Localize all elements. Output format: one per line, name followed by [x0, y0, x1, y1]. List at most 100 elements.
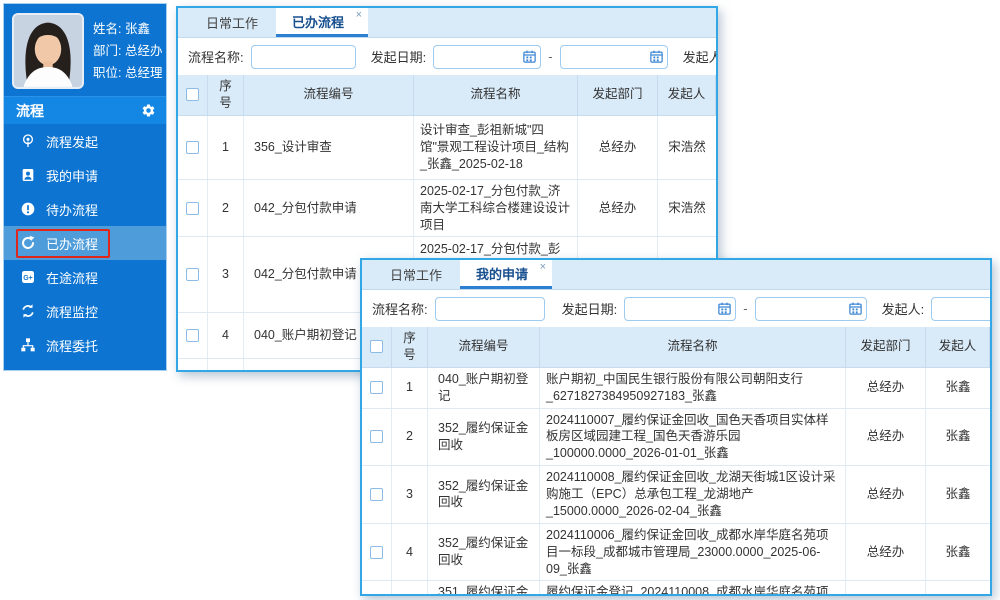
- row-checkbox[interactable]: [186, 268, 199, 281]
- cell-flow-name[interactable]: 设计审查_彭祖新城"四馆"景观工程设计项目_结构_张鑫_2025-02-18: [414, 116, 578, 179]
- row-checkbox[interactable]: [370, 430, 383, 443]
- table-row[interactable]: 3352_履约保证金回收2024110008_履约保证金回收_龙湖天街城1区设计…: [362, 466, 990, 524]
- row-checkbox[interactable]: [186, 202, 199, 215]
- table-row[interactable]: 2042_分包付款申请2025-02-17_分包付款_济南大学工科综合楼建设设计…: [178, 180, 716, 238]
- column-header: 流程编号: [244, 75, 414, 115]
- calendar-icon[interactable]: [717, 301, 732, 316]
- profile-name: 张鑫: [125, 22, 150, 36]
- my-applications-table: 序号流程编号流程名称发起部门发起人1040_账户期初登记账户期初_中国民生银行股…: [362, 327, 990, 596]
- tab-done-flows[interactable]: 已办流程 ×: [276, 8, 368, 37]
- sidebar-item-8[interactable]: 被委托流程: [4, 362, 166, 371]
- sidebar-item-inner: 流程监控: [16, 297, 110, 326]
- cell-flow-name[interactable]: 履约保证金登记_2024110008_成都水岸华庭名苑项目一标段_张鑫_2024…: [540, 581, 846, 596]
- svg-text:G+: G+: [23, 275, 33, 282]
- cell-index: 2: [392, 409, 428, 466]
- sidebar-section-header: 流程: [4, 96, 166, 124]
- checkbox-cell: [178, 359, 208, 372]
- row-checkbox[interactable]: [370, 595, 383, 596]
- table-row[interactable]: 1040_账户期初登记账户期初_中国民生银行股份有限公司朝阳支行_6271827…: [362, 368, 990, 409]
- column-header: 序号: [392, 327, 428, 367]
- cell-flow-code: 352_履约保证金回收: [428, 466, 540, 523]
- my-applications-panel: 日常工作 我的申请 × 流程名称: 发起日期: - 发起人:: [360, 258, 992, 596]
- gplus-icon: G+: [20, 269, 36, 285]
- cell-flow-name[interactable]: 账户期初_中国民生银行股份有限公司朝阳支行_627182738495092718…: [540, 368, 846, 408]
- cell-index: 4: [208, 313, 244, 358]
- cell-flow-name[interactable]: 2024110008_履约保证金回收_龙湖天街城1区设计采购施工（EPC）总承包…: [540, 466, 846, 523]
- checkbox-cell: [178, 237, 208, 312]
- table-row[interactable]: 4352_履约保证金回收2024110006_履约保证金回收_成都水岸华庭名苑项…: [362, 524, 990, 582]
- sidebar-item-label: 被委托流程: [46, 370, 111, 372]
- profile-dept-label: 部门:: [93, 44, 121, 58]
- row-checkbox[interactable]: [186, 141, 199, 154]
- filter-bar: 流程名称: 发起日期: - 发起人:: [178, 38, 716, 75]
- table-row[interactable]: 2352_履约保证金回收2024110007_履约保证金回收_国色天香项目实体样…: [362, 409, 990, 467]
- sidebar-section-title: 流程: [16, 101, 44, 121]
- sidebar-item-label: 待办流程: [46, 200, 98, 219]
- cell-flow-name[interactable]: 2025-02-17_分包付款_济南大学工科综合楼建设设计项目: [414, 180, 578, 237]
- sidebar-item-2[interactable]: 我的申请: [4, 158, 166, 192]
- cell-flow-code: 352_履约保证金回收: [428, 409, 540, 466]
- select-all-checkbox[interactable]: [186, 88, 199, 101]
- cell-dept: 总经办: [578, 180, 658, 237]
- sidebar-item-6[interactable]: 流程监控: [4, 294, 166, 328]
- checkbox-cell: [178, 116, 208, 179]
- cell-flow-name[interactable]: 2024110007_履约保证金回收_国色天香项目实体样板房区域园建工程_国色天…: [540, 409, 846, 466]
- initiator-input[interactable]: [931, 297, 990, 321]
- sidebar-item-7[interactable]: 流程委托: [4, 328, 166, 362]
- table-header-row: 序号流程编号流程名称发起部门发起人: [178, 75, 716, 116]
- refresh-icon: [20, 303, 36, 319]
- cell-flow-code: 356_设计审查: [244, 116, 414, 179]
- sidebar-item-3[interactable]: 待办流程: [4, 192, 166, 226]
- row-checkbox[interactable]: [186, 329, 199, 342]
- header-checkbox-cell: [362, 327, 392, 367]
- table-row[interactable]: 1356_设计审查设计审查_彭祖新城"四馆"景观工程设计项目_结构_张鑫_202…: [178, 116, 716, 180]
- checkbox-cell: [362, 524, 392, 581]
- filter-bar: 流程名称: 发起日期: - 发起人: 待办人:: [362, 290, 990, 327]
- cell-index: 3: [208, 237, 244, 312]
- sidebar-item-label: 已办流程: [46, 234, 98, 253]
- tab-daily-work[interactable]: 日常工作: [372, 260, 460, 289]
- cell-index: 3: [392, 466, 428, 523]
- calendar-icon[interactable]: [522, 49, 537, 64]
- date-range-separator: -: [743, 301, 747, 316]
- close-icon[interactable]: ×: [356, 9, 362, 21]
- sidebar-item-1[interactable]: 流程发起: [4, 124, 166, 158]
- row-checkbox[interactable]: [370, 546, 383, 559]
- sidebar-item-label: 流程监控: [46, 302, 98, 321]
- flow-name-input[interactable]: [251, 45, 356, 69]
- cell-flow-name[interactable]: 2024110006_履约保证金回收_成都水岸华庭名苑项目一标段_成都城市管理局…: [540, 524, 846, 581]
- calendar-icon[interactable]: [848, 301, 863, 316]
- cell-dept: 总经办: [846, 466, 926, 523]
- cell-dept: 总经办: [846, 368, 926, 408]
- sidebar-item-5[interactable]: G+在途流程: [4, 260, 166, 294]
- tab-daily-work[interactable]: 日常工作: [188, 8, 276, 37]
- row-checkbox[interactable]: [370, 488, 383, 501]
- cell-initiator: 张鑫: [926, 409, 990, 466]
- close-icon[interactable]: ×: [540, 261, 546, 273]
- sidebar-item-label: 流程发起: [46, 132, 98, 151]
- redo-icon: [20, 235, 36, 251]
- column-header: 发起部门: [578, 75, 658, 115]
- date-range-separator: -: [548, 49, 552, 64]
- sidebar-item-inner: 待办流程: [16, 195, 110, 224]
- idcard-icon: [20, 167, 36, 183]
- flow-name-label: 流程名称:: [188, 47, 244, 66]
- cell-initiator: 张鑫: [926, 368, 990, 408]
- row-checkbox[interactable]: [370, 381, 383, 394]
- flow-name-input[interactable]: [435, 297, 545, 321]
- table-row[interactable]: 5351_履约保证金登记履约保证金登记_2024110008_成都水岸华庭名苑项…: [362, 581, 990, 596]
- sidebar-item-inner: 流程委托: [16, 331, 110, 360]
- cell-initiator: 张鑫: [926, 581, 990, 596]
- column-header: 发起人: [926, 327, 990, 367]
- cell-flow-code: 352_履约保证金回收: [428, 524, 540, 581]
- gear-icon[interactable]: [141, 103, 156, 118]
- sidebar: 姓名: 张鑫 部门: 总经办 职位: 总经理 流程 流程发起我的申请待办流程已办…: [3, 3, 167, 371]
- sidebar-item-inner: 已办流程: [16, 229, 110, 258]
- initiator-label: 发起人:: [882, 299, 925, 318]
- calendar-icon[interactable]: [649, 49, 664, 64]
- sidebar-item-4[interactable]: 已办流程: [4, 226, 166, 260]
- tab-my-applications[interactable]: 我的申请 ×: [460, 260, 552, 289]
- avatar: [12, 13, 84, 89]
- select-all-checkbox[interactable]: [370, 340, 383, 353]
- checkbox-cell: [362, 368, 392, 408]
